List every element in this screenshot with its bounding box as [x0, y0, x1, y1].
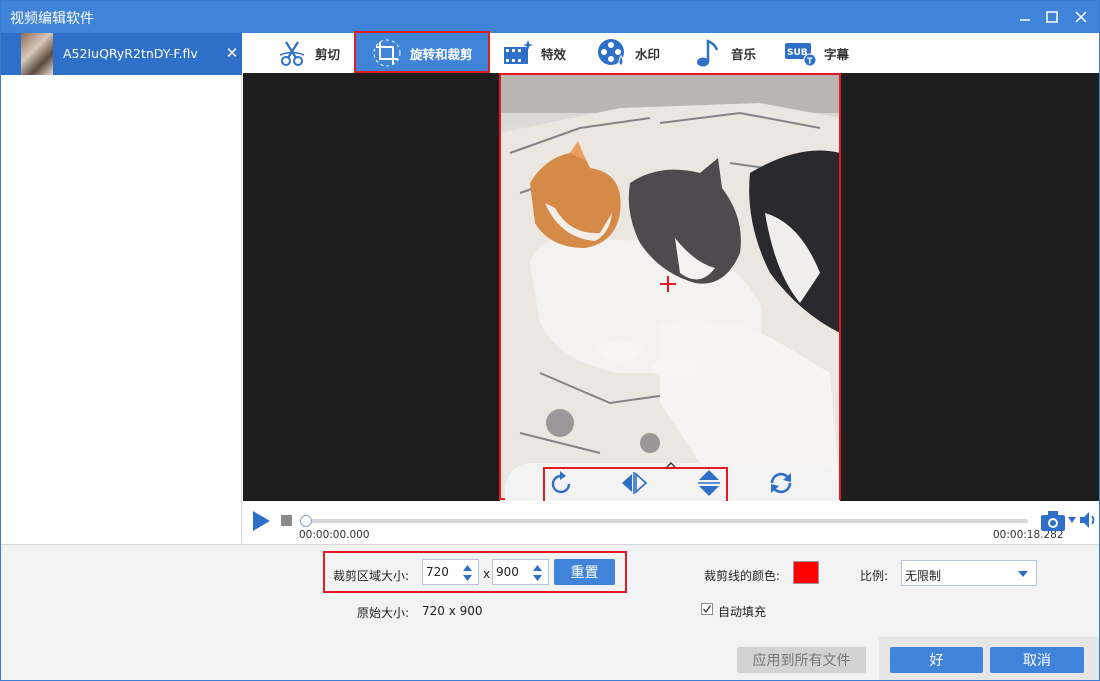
reset-rotation-icon	[770, 472, 792, 494]
file-name: A52IuQRyR2tnDY-F.flv	[63, 46, 198, 61]
scissors-icon	[275, 36, 309, 70]
tab-watermark-label: 水印	[635, 46, 661, 62]
play-icon[interactable]	[250, 510, 272, 532]
chevron-down-icon	[1018, 571, 1028, 577]
camera-icon[interactable]	[1040, 510, 1066, 532]
crop-center-crosshair-icon	[660, 276, 676, 292]
window-title: 视频编辑软件	[10, 11, 94, 27]
player-bar: 00:00:00.000 00:00:18.282	[243, 501, 1099, 544]
tab-effects-label: 特效	[541, 46, 567, 62]
auto-fill-label: 自动填充	[718, 605, 767, 619]
tab-effects[interactable]: 特效	[501, 33, 566, 73]
tab-subtitles[interactable]: SUB T 字幕	[784, 33, 849, 73]
file-list-item[interactable]: A52IuQRyR2tnDY-F.flv ✕	[1, 33, 242, 75]
volume-icon[interactable]	[1079, 511, 1099, 529]
reset-rotation-button[interactable]	[766, 470, 796, 496]
size-highlight-outline	[323, 551, 627, 593]
auto-fill-checkbox[interactable]	[701, 603, 713, 615]
original-size-value: 720 x 900	[422, 604, 483, 618]
minimize-icon	[1020, 19, 1030, 21]
tab-cut[interactable]: 剪切	[275, 33, 340, 73]
ratio-select[interactable]: 无限制	[901, 560, 1037, 586]
tab-subtitles-label: 字幕	[824, 46, 850, 62]
music-note-icon	[691, 36, 725, 70]
minimize-button[interactable]	[1010, 1, 1040, 33]
crop-line-color-swatch[interactable]	[793, 561, 819, 584]
file-thumbnail	[21, 33, 53, 75]
close-button[interactable]	[1066, 1, 1096, 33]
tab-cut-label: 剪切	[315, 46, 341, 62]
film-effects-icon	[501, 36, 535, 70]
apply-to-all-button[interactable]: 应用到所有文件	[737, 647, 866, 673]
progress-knob[interactable]	[300, 515, 312, 527]
tab-watermark[interactable]: 水印	[595, 33, 660, 73]
close-icon	[1075, 11, 1087, 23]
tab-music[interactable]: 音乐	[691, 33, 756, 73]
remove-file-button[interactable]: ✕	[224, 44, 240, 62]
checkmark-icon	[702, 605, 712, 614]
cancel-button[interactable]: 取消	[990, 647, 1084, 673]
stop-button[interactable]	[281, 515, 292, 526]
app-window: 视频编辑软件 A52IuQRyR2tnDY-F.flv ✕ 剪切 旋转和裁剪 特…	[0, 0, 1100, 681]
tab-music-label: 音乐	[731, 46, 757, 62]
watermark-reel-icon	[595, 36, 629, 70]
camera-dropdown-icon[interactable]	[1067, 516, 1077, 524]
video-preview	[243, 73, 1099, 501]
maximize-button[interactable]	[1037, 1, 1067, 33]
subtitle-icon: SUB T	[784, 36, 818, 70]
tab-highlight-outline	[354, 31, 490, 73]
ratio-value: 无限制	[905, 569, 942, 583]
original-size-label: 原始大小:	[357, 606, 410, 620]
ratio-label: 比例:	[860, 569, 889, 583]
file-list-panel: A52IuQRyR2tnDY-F.flv ✕	[1, 33, 242, 544]
current-time: 00:00:00.000	[299, 529, 370, 541]
crop-line-color-label: 裁剪线的颜色:	[704, 569, 781, 583]
svg-text:T: T	[807, 57, 813, 66]
ok-button[interactable]: 好	[890, 647, 983, 673]
progress-track[interactable]	[303, 519, 1028, 523]
maximize-icon	[1046, 11, 1058, 23]
title-bar: 视频编辑软件	[1, 1, 1099, 33]
